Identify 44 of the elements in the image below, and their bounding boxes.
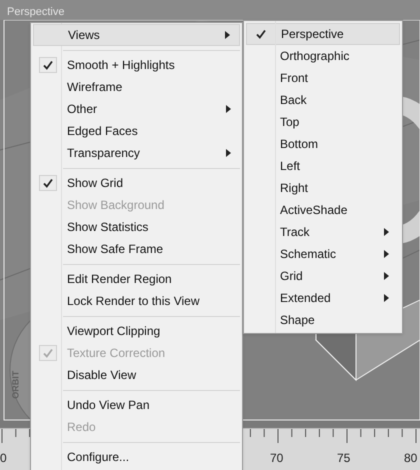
menu-item[interactable]: Front	[246, 67, 400, 89]
menu-item[interactable]: ActiveShade	[246, 199, 400, 221]
checkmark-icon	[255, 28, 267, 40]
menu-item[interactable]: Show Safe Frame	[33, 238, 240, 260]
menu-item[interactable]: Back	[246, 89, 400, 111]
menu-item[interactable]: Track	[246, 221, 400, 243]
menu-item[interactable]: Shape	[246, 309, 400, 331]
menu-item[interactable]: Extended	[246, 287, 400, 309]
submenu-arrow-icon	[226, 149, 231, 157]
menu-item[interactable]: Configure...	[33, 446, 240, 468]
checkmark-icon	[42, 177, 54, 189]
menu-item[interactable]: Schematic	[246, 243, 400, 265]
menu-item[interactable]: Undo View Pan	[33, 394, 240, 416]
menu-item[interactable]: Disable View	[33, 364, 240, 386]
checkmark-icon	[42, 59, 54, 71]
submenu-arrow-icon	[384, 228, 389, 236]
menu-item[interactable]: Edit Render Region	[33, 268, 240, 290]
menu-item[interactable]: Viewport Clipping	[33, 320, 240, 342]
menu-item[interactable]: Show Statistics	[33, 216, 240, 238]
submenu-arrow-icon	[384, 272, 389, 280]
menu-item[interactable]: Grid	[246, 265, 400, 287]
ruler-label: 75	[337, 450, 350, 467]
submenu-arrow-icon	[225, 31, 230, 39]
checkmark-icon	[42, 347, 54, 359]
ruler-label: 70	[270, 450, 284, 467]
menu-item[interactable]: Transparency	[33, 142, 240, 164]
menu-item[interactable]: Edged Faces	[33, 120, 240, 142]
menu-item[interactable]: Right	[246, 177, 400, 199]
menu-item[interactable]: Show Grid	[33, 172, 240, 194]
menu-item[interactable]: Lock Render to this View	[33, 290, 240, 312]
menu-item[interactable]: Wireframe	[33, 76, 240, 98]
ruler-label: 80	[404, 450, 418, 467]
menu-item[interactable]: Orthographic	[246, 45, 400, 67]
submenu-arrow-icon	[384, 250, 389, 258]
submenu-arrow-icon	[384, 294, 389, 302]
menu-item[interactable]: Bottom	[246, 133, 400, 155]
submenu-arrow-icon	[226, 105, 231, 113]
menu-item[interactable]: Top	[246, 111, 400, 133]
menu-item[interactable]: Smooth + Highlights	[33, 54, 240, 76]
menu-item[interactable]: Views	[33, 24, 240, 46]
menu-item[interactable]: Perspective	[246, 23, 400, 45]
menu-item[interactable]: Left	[246, 155, 400, 177]
menu-item[interactable]: Other	[33, 98, 240, 120]
ruler-label: 0	[0, 450, 7, 467]
